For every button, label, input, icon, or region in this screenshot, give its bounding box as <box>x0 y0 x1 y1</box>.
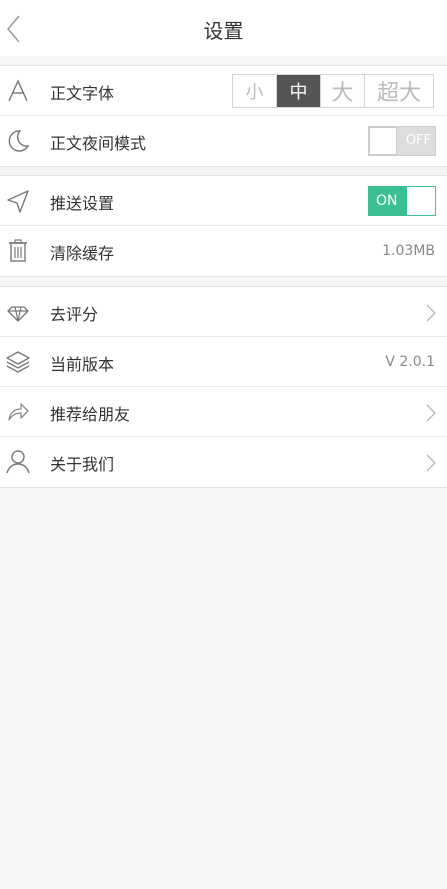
settings-group-about: 去评分 当前版本 V 2.0.1 推荐给朋友 关于我们 <box>0 286 447 488</box>
push-toggle[interactable]: ON <box>368 186 436 216</box>
moon-icon <box>8 130 30 152</box>
setting-row-rate[interactable]: 去评分 <box>0 287 447 337</box>
send-icon <box>7 190 29 213</box>
cache-size-value: 1.03MB <box>382 243 435 259</box>
setting-label: 推送设置 <box>50 194 115 213</box>
setting-row-night-mode: 正文夜间模式 OFF <box>0 116 447 166</box>
chevron-right-icon <box>426 304 436 322</box>
nav-bar: 设置 <box>0 0 447 56</box>
toggle-knob <box>369 127 397 155</box>
setting-label: 正文夜间模式 <box>50 134 147 153</box>
setting-row-push: 推送设置 ON <box>0 176 447 226</box>
page-title: 设置 <box>203 19 244 43</box>
night-mode-toggle[interactable]: OFF <box>368 126 436 156</box>
font-size-large-option[interactable]: 大 <box>321 75 365 107</box>
chevron-right-icon <box>426 404 436 422</box>
setting-label: 当前版本 <box>50 355 115 374</box>
setting-label: 关于我们 <box>50 455 115 474</box>
trash-icon <box>9 239 27 262</box>
toggle-knob <box>407 187 435 215</box>
setting-row-font: 正文字体 小 中 大 超大 <box>0 66 447 116</box>
font-size-xlarge-option[interactable]: 超大 <box>365 75 433 107</box>
setting-row-about[interactable]: 关于我们 <box>0 437 447 487</box>
font-size-medium-option[interactable]: 中 <box>277 75 321 107</box>
setting-row-version: 当前版本 V 2.0.1 <box>0 337 447 387</box>
setting-label: 清除缓存 <box>50 244 115 263</box>
setting-label: 去评分 <box>50 305 99 324</box>
layers-icon <box>6 351 30 373</box>
setting-label: 推荐给朋友 <box>50 405 131 424</box>
settings-group-display: 正文字体 小 中 大 超大 正文夜间模式 OFF <box>0 65 447 167</box>
share-icon <box>8 403 29 421</box>
diamond-icon <box>7 306 29 322</box>
font-size-selector: 小 中 大 超大 <box>232 74 434 108</box>
toggle-state-text: OFF <box>405 133 431 148</box>
setting-row-clear-cache[interactable]: 清除缓存 1.03MB <box>0 226 447 276</box>
font-size-small-option[interactable]: 小 <box>233 75 277 107</box>
toggle-state-text: ON <box>376 193 398 209</box>
user-icon <box>6 450 30 474</box>
settings-group-system: 推送设置 ON 清除缓存 1.03MB <box>0 175 447 277</box>
chevron-right-icon <box>426 454 436 472</box>
version-value: V 2.0.1 <box>385 354 435 370</box>
font-icon <box>8 79 28 102</box>
setting-label: 正文字体 <box>50 84 115 103</box>
setting-row-recommend[interactable]: 推荐给朋友 <box>0 387 447 437</box>
